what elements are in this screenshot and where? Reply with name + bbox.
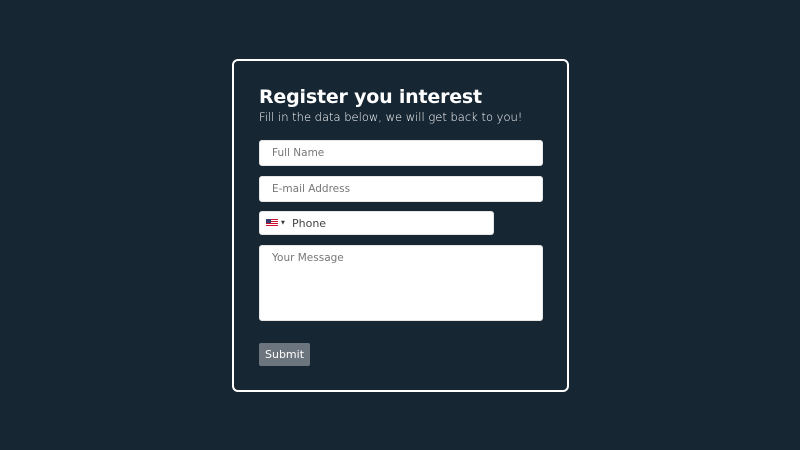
submit-button[interactable]: Submit [259, 343, 310, 366]
message-textarea[interactable] [259, 245, 543, 321]
us-flag-icon [266, 219, 278, 227]
phone-input[interactable] [290, 212, 485, 234]
caret-down-icon: ▼ [281, 220, 285, 226]
country-code-select[interactable]: ▼ [260, 212, 290, 234]
register-interest-form: Register you interest Fill in the data b… [232, 59, 569, 392]
email-input[interactable] [259, 176, 543, 202]
form-subtitle: Fill in the data below, we will get back… [259, 110, 523, 124]
phone-field: ▼ [259, 211, 494, 235]
form-title: Register you interest [259, 86, 482, 108]
full-name-input[interactable] [259, 140, 543, 166]
